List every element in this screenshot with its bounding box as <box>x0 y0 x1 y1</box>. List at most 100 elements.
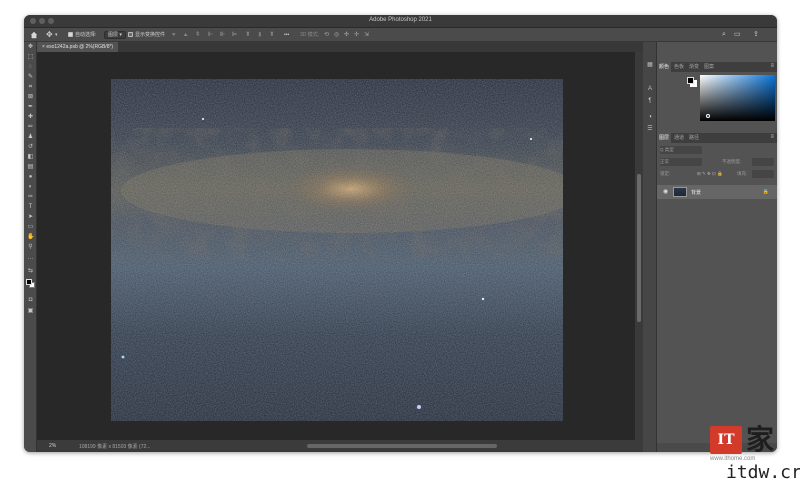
more-options-button[interactable]: ••• <box>284 31 289 39</box>
tab-gradients[interactable]: 渐变 <box>687 62 701 72</box>
rectangle-tool-icon[interactable]: ▭ <box>27 224 34 231</box>
auto-select-checkbox[interactable] <box>68 32 73 37</box>
align-hcenter-icon[interactable]: ⊪ <box>220 31 225 39</box>
lock-icons[interactable]: ⊞ ✎ ✥ ⊡ 🔒 <box>697 170 723 178</box>
adjustments-panel-icon[interactable]: ◑ <box>647 114 653 120</box>
lasso-tool-icon[interactable]: ◌ <box>27 64 34 71</box>
status-bar: 2% 108199 像素 x 81503 像素 (72... <box>37 440 643 452</box>
show-transform-label: 显示变换控件 <box>135 32 166 38</box>
distribute-top-icon[interactable]: ⫪ <box>246 31 249 39</box>
hand-tool-icon[interactable]: ✋ <box>27 234 34 241</box>
auto-select-label: 自动选择: <box>75 32 97 38</box>
opacity-field[interactable] <box>752 158 774 166</box>
mode-3d-label: 3D 模式: <box>300 32 320 38</box>
tab-paths[interactable]: 路径 <box>687 133 701 143</box>
quick-mask-icon[interactable]: ◘ <box>27 297 34 304</box>
canvas-area[interactable] <box>37 52 635 440</box>
lock-label: 锁定: <box>660 171 671 176</box>
character-panel-icon[interactable]: A <box>647 86 653 92</box>
screen-mode-icon[interactable]: ▣ <box>27 308 34 315</box>
distribute-vcenter-icon[interactable]: ⫫ <box>258 31 261 39</box>
tab-layers[interactable]: 图层 <box>657 133 672 143</box>
right-panels: 颜色 色板 渐变 图案 ≡ 图层 通道 路径 ≡ Q 类型 正常 不透明度: 锁… <box>657 42 777 452</box>
align-bottom-icon[interactable]: ⫩ <box>196 31 199 39</box>
paragraph-panel-icon[interactable]: ¶ <box>647 98 653 104</box>
healing-brush-tool-icon[interactable]: ✚ <box>27 114 34 121</box>
search-icon[interactable]: ⌕ <box>722 31 726 39</box>
fill-field[interactable] <box>752 170 774 178</box>
layer-name: 背景 <box>691 190 702 196</box>
zoom-level[interactable]: 2% <box>49 443 56 449</box>
document-info[interactable]: 108199 像素 x 81503 像素 (72... <box>79 443 150 450</box>
align-right-icon[interactable]: ⊫ <box>232 31 237 39</box>
workspace-icon[interactable]: ▭ <box>734 31 741 39</box>
eye-icon[interactable]: ◉ <box>663 189 668 195</box>
tab-channels[interactable]: 通道 <box>672 133 686 143</box>
orbit-3d-icon[interactable]: ⟲ <box>324 31 329 39</box>
vertical-scrollbar[interactable] <box>635 52 643 440</box>
opacity-label: 不透明度: <box>722 159 742 164</box>
swap-colors-icon[interactable]: ⇆ <box>27 268 34 275</box>
show-transform-checkbox[interactable] <box>128 32 133 37</box>
pan-3d-icon[interactable]: ✣ <box>344 31 349 39</box>
tools-panel: ✥ ⬚ ◌ ✎ ⌗ ⊠ ✒ ✚ ✏ ♟ ↺ ◧ ▤ ● ◐ ✑ T ➤ ▭ ✋ … <box>24 42 37 452</box>
vertical-scroll-thumb[interactable] <box>637 174 641 322</box>
scale-3d-icon[interactable]: ⇲ <box>364 31 369 39</box>
type-tool-icon[interactable]: T <box>27 204 34 211</box>
document-tab[interactable]: × eso1242a.psb @ 2%(RGB/8*) <box>37 42 119 52</box>
layer-row[interactable]: ◉ 背景 🔒 <box>657 185 777 199</box>
layer-thumbnail <box>673 187 687 197</box>
align-left-icon[interactable]: ⊩ <box>208 31 213 39</box>
clone-stamp-tool-icon[interactable]: ♟ <box>27 134 34 141</box>
move-tool-icon[interactable]: ✥ <box>46 31 53 39</box>
panel-menu-icon[interactable]: ≡ <box>770 134 774 140</box>
tab-color[interactable]: 颜色 <box>657 62 672 72</box>
chevron-down-icon[interactable]: ▾ <box>55 31 58 39</box>
panel-menu-icon[interactable]: ≡ <box>770 63 774 69</box>
quick-select-tool-icon[interactable]: ✎ <box>27 74 34 81</box>
align-vcenter-icon[interactable]: ⫨ <box>184 31 187 39</box>
foreground-color-swatch[interactable] <box>26 279 32 285</box>
watermark-char: 家 <box>746 423 775 456</box>
edit-toolbar-icon[interactable]: ··· <box>27 256 34 263</box>
color-picker-cursor[interactable] <box>706 114 710 118</box>
properties-panel-icon[interactable]: ☰ <box>647 126 653 132</box>
photoshop-window: Adobe Photoshop 2021 ✥ ▾ 自动选择: 图层 ▾ 显示变换… <box>24 15 777 452</box>
slide-3d-icon[interactable]: ✢ <box>354 31 359 39</box>
auto-select-dropdown[interactable]: 图层 ▾ <box>104 31 126 39</box>
gradient-tool-icon[interactable]: ▤ <box>27 164 34 171</box>
panel-icon-strip: ▦ A ¶ ◑ ☰ <box>643 42 657 452</box>
fill-label: 填充: <box>737 171 748 176</box>
align-top-icon[interactable]: ⫧ <box>172 31 175 39</box>
path-select-tool-icon[interactable]: ➤ <box>27 214 34 221</box>
frame-tool-icon[interactable]: ⊠ <box>27 94 34 101</box>
roll-3d-icon[interactable]: ◎ <box>334 31 339 39</box>
brush-tool-icon[interactable]: ✏ <box>27 124 34 131</box>
color-panel-tabs: 颜色 色板 渐变 图案 ≡ <box>657 62 777 72</box>
marquee-tool-icon[interactable]: ⬚ <box>27 54 34 61</box>
saturation-brightness-field[interactable] <box>700 75 775 121</box>
title-bar: Adobe Photoshop 2021 <box>24 15 777 28</box>
eyedropper-tool-icon[interactable]: ✒ <box>27 104 34 111</box>
move-tool-icon[interactable]: ✥ <box>27 44 34 51</box>
blend-mode-value: 正常 <box>660 159 669 164</box>
dodge-tool-icon[interactable]: ◐ <box>27 184 34 191</box>
zoom-tool-icon[interactable]: ⚲ <box>27 244 34 251</box>
history-panel-icon[interactable]: ▦ <box>647 62 653 68</box>
options-bar: ✥ ▾ 自动选择: 图层 ▾ 显示变换控件 ⫧ ⫨ ⫩ ⊩ ⊪ ⊫ ⫪ ⫫ ⫪ … <box>24 28 777 42</box>
tab-swatches[interactable]: 色板 <box>672 62 686 72</box>
share-icon[interactable]: ⇪ <box>753 31 759 39</box>
horizontal-scroll-thumb[interactable] <box>307 444 497 448</box>
pen-tool-icon[interactable]: ✑ <box>27 194 34 201</box>
blur-tool-icon[interactable]: ● <box>27 174 34 181</box>
lock-icon: 🔒 <box>762 189 769 195</box>
home-icon[interactable] <box>30 31 38 39</box>
foreground-color-swatch[interactable] <box>687 77 694 84</box>
eraser-tool-icon[interactable]: ◧ <box>27 154 34 161</box>
history-brush-tool-icon[interactable]: ↺ <box>27 144 34 151</box>
distribute-bottom-icon[interactable]: ⫪ <box>270 31 273 39</box>
milky-way-image[interactable] <box>111 79 563 421</box>
window-title: Adobe Photoshop 2021 <box>369 17 432 23</box>
tab-patterns[interactable]: 图案 <box>702 62 716 72</box>
crop-tool-icon[interactable]: ⌗ <box>27 84 34 91</box>
